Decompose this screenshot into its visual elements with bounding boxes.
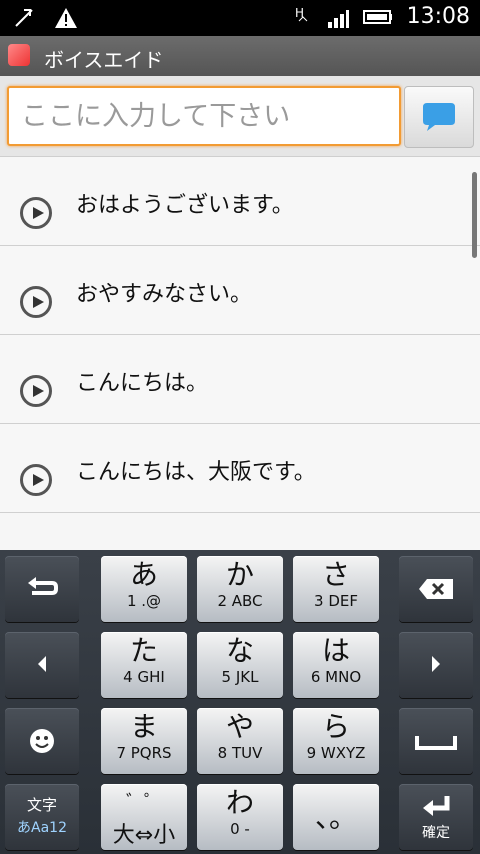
speech-text-input[interactable]: [9, 88, 399, 144]
input-mode-key[interactable]: 文字 あAa12: [5, 784, 79, 850]
signal-icon: [327, 9, 349, 28]
smiley-icon: [30, 729, 54, 753]
phrase-list: おはようございます。 おやすみなさい。 こんにちは。 こんにちは、大阪です。: [0, 157, 480, 550]
backspace-key[interactable]: [399, 556, 473, 622]
phrase-row[interactable]: こんにちは。: [0, 335, 480, 424]
key-sa[interactable]: さ3 DEF: [293, 556, 379, 622]
phrase-text: こんにちは、大阪です。: [76, 460, 316, 485]
usb-icon: [15, 9, 33, 27]
mode-bottom-label: あAa12: [17, 820, 67, 836]
clock: 13:08: [406, 4, 470, 29]
key-na[interactable]: な5 JKL: [197, 632, 283, 698]
space-icon: [415, 736, 457, 750]
play-icon[interactable]: [20, 464, 52, 496]
key-ma[interactable]: ま7 PQRS: [101, 708, 187, 774]
phrase-text: こんにちは。: [76, 371, 209, 396]
speech-bubble-icon: [423, 103, 455, 131]
text-input-box[interactable]: [7, 86, 401, 146]
warning-icon: [55, 8, 77, 28]
confirm-key[interactable]: 確定: [399, 784, 473, 850]
undo-key[interactable]: [5, 556, 79, 622]
key-ya[interactable]: や8 TUV: [197, 708, 283, 774]
japanese-keyboard: 文字 あAa12 あ1 .@ か2 ABC さ3 DEF た4 GHI な5 J…: [0, 550, 480, 854]
phrase-row[interactable]: おやすみなさい。: [0, 246, 480, 335]
input-area: [0, 76, 480, 157]
emoji-key[interactable]: [5, 708, 79, 774]
enter-icon: [423, 796, 450, 816]
play-icon[interactable]: [20, 197, 52, 229]
phrase-text: おやすみなさい。: [76, 282, 253, 307]
chevron-left-icon: [38, 656, 46, 672]
backspace-icon: [419, 579, 453, 599]
app-title: ボイスエイド: [44, 48, 164, 72]
key-punctuation[interactable]: 、。: [293, 784, 379, 850]
back-arrow-icon: [28, 577, 58, 595]
phrase-text: おはようございます。: [76, 193, 294, 218]
battery-icon: [362, 9, 392, 24]
chevron-right-icon: [432, 656, 440, 672]
hspa-icon: H: [295, 6, 307, 21]
key-wa[interactable]: わ0 -: [197, 784, 283, 850]
play-icon[interactable]: [20, 375, 52, 407]
cursor-left-key[interactable]: [5, 632, 79, 698]
app-icon: [8, 44, 30, 66]
phrase-row[interactable]: おはようございます。: [0, 157, 480, 246]
space-key[interactable]: [399, 708, 473, 774]
status-bar: H 13:08: [0, 0, 480, 36]
speak-button[interactable]: [404, 86, 474, 148]
key-ra[interactable]: ら9 WXYZ: [293, 708, 379, 774]
key-a[interactable]: あ1 .@: [101, 556, 187, 622]
confirm-label: 確定: [422, 825, 450, 841]
mode-top-label: 文字: [26, 796, 57, 814]
cursor-right-key[interactable]: [399, 632, 473, 698]
phrase-row[interactable]: こんにちは、大阪です。: [0, 424, 480, 513]
key-ka[interactable]: か2 ABC: [197, 556, 283, 622]
key-ha[interactable]: は6 MNO: [293, 632, 379, 698]
title-bar: ボイスエイド: [0, 36, 480, 76]
key-dakuten[interactable]: ゛゜ 大⇔小: [101, 784, 187, 850]
key-ta[interactable]: た4 GHI: [101, 632, 187, 698]
play-icon[interactable]: [20, 286, 52, 318]
scrollbar[interactable]: [472, 172, 477, 258]
